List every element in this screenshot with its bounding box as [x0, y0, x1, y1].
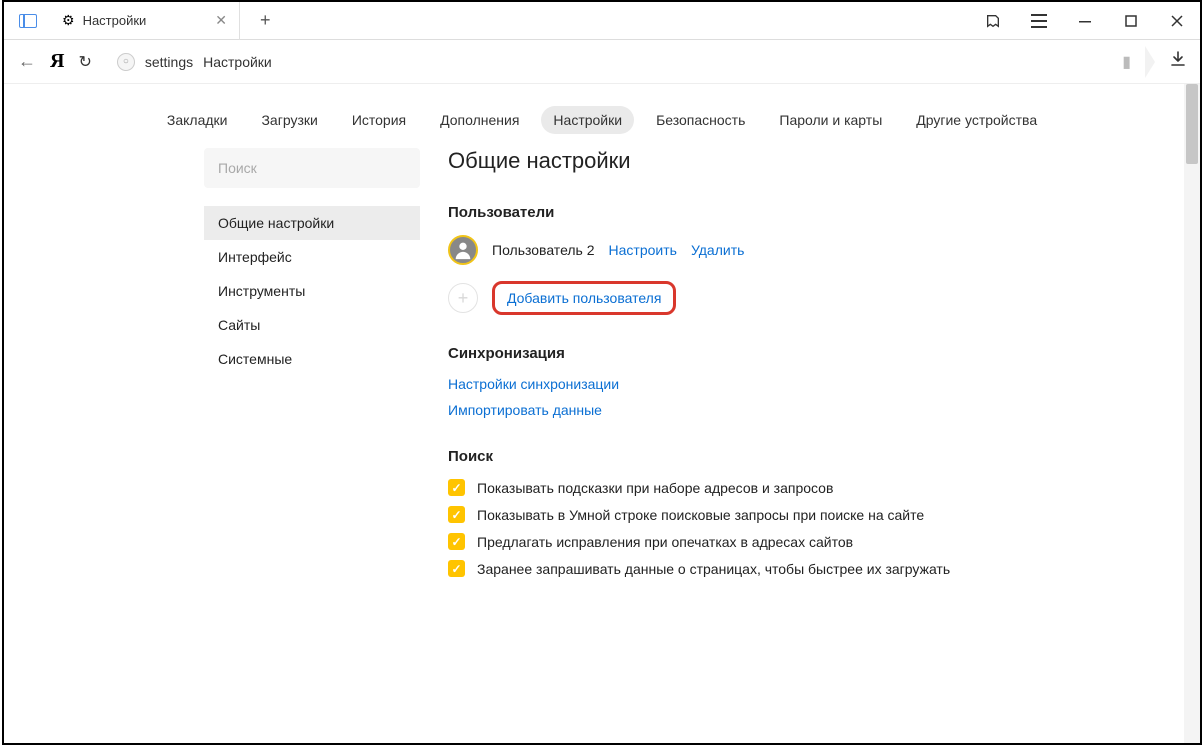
address-bar: ← Я ↻ ○ settings Настройки ▮: [4, 40, 1200, 84]
tab-title: Настройки: [83, 13, 147, 28]
downloads-icon[interactable]: [1170, 51, 1186, 72]
omnibox[interactable]: ○ settings Настройки ▮: [106, 46, 1150, 78]
bookmark-icon[interactable]: ▮: [1122, 52, 1131, 72]
check-smart-search[interactable]: Показывать в Умной строке поисковые запр…: [448, 506, 1140, 523]
check-suggestions[interactable]: Показывать подсказки при наборе адресов …: [448, 479, 1140, 496]
checkbox-icon[interactable]: [448, 506, 465, 523]
new-tab-button[interactable]: +: [248, 10, 283, 31]
sidebar-item-tools[interactable]: Инструменты: [204, 274, 420, 308]
sync-section-heading: Синхронизация: [448, 345, 1140, 362]
check-typo-fix[interactable]: Предлагать исправления при опечатках в а…: [448, 533, 1140, 550]
settings-sidebar: Поиск Общие настройки Интерфейс Инструме…: [204, 148, 420, 587]
configure-user-link[interactable]: Настроить: [609, 242, 677, 258]
user-row: Пользователь 2 Настроить Удалить: [448, 235, 1140, 265]
checkbox-icon[interactable]: [448, 560, 465, 577]
check-prefetch[interactable]: Заранее запрашивать данные о страницах, …: [448, 560, 1140, 577]
sidebar-toggle-button[interactable]: [14, 11, 42, 31]
maximize-button[interactable]: [1108, 2, 1154, 40]
back-button[interactable]: ←: [18, 51, 36, 72]
sidebar-item-general[interactable]: Общие настройки: [204, 206, 420, 240]
sidebar-item-system[interactable]: Системные: [204, 342, 420, 376]
minimize-button[interactable]: [1062, 2, 1108, 40]
menu-icon[interactable]: [1016, 2, 1062, 40]
check-label: Показывать в Умной строке поисковые запр…: [477, 507, 924, 523]
sync-settings-link[interactable]: Настройки синхронизации: [448, 376, 1140, 392]
import-data-link[interactable]: Импортировать данные: [448, 402, 1140, 418]
add-user-link[interactable]: Добавить пользователя: [507, 290, 661, 306]
reload-button[interactable]: ↻: [78, 52, 91, 72]
avatar: [448, 235, 478, 265]
check-label: Показывать подсказки при наборе адресов …: [477, 480, 833, 496]
vertical-scrollbar[interactable]: [1184, 84, 1200, 743]
topnav-passwords[interactable]: Пароли и карты: [767, 106, 894, 134]
window-titlebar: ⚙ Настройки ✕ +: [4, 2, 1200, 40]
bookmarks-bar-icon[interactable]: [970, 2, 1016, 40]
sidebar-item-sites[interactable]: Сайты: [204, 308, 420, 342]
topnav-settings[interactable]: Настройки: [541, 106, 634, 134]
user-name-label: Пользователь 2: [492, 242, 595, 258]
settings-top-nav: Закладки Загрузки История Дополнения Нас…: [4, 84, 1200, 148]
gear-icon: ⚙: [62, 12, 75, 29]
topnav-other-devices[interactable]: Другие устройства: [904, 106, 1049, 134]
add-user-highlight: Добавить пользователя: [492, 281, 676, 315]
yandex-logo[interactable]: Я: [50, 50, 64, 73]
search-section-heading: Поиск: [448, 448, 1140, 465]
scrollbar-thumb[interactable]: [1186, 84, 1198, 164]
add-user-row: + Добавить пользователя: [448, 281, 1140, 315]
topnav-downloads[interactable]: Загрузки: [249, 106, 329, 134]
users-section-heading: Пользователи: [448, 204, 1140, 221]
topnav-security[interactable]: Безопасность: [644, 106, 757, 134]
delete-user-link[interactable]: Удалить: [691, 242, 744, 258]
checkbox-icon[interactable]: [448, 479, 465, 496]
topnav-bookmarks[interactable]: Закладки: [155, 106, 240, 134]
browser-tab[interactable]: ⚙ Настройки ✕: [50, 2, 240, 40]
page-content: Закладки Загрузки История Дополнения Нас…: [4, 84, 1200, 743]
settings-main: Общие настройки Пользователи Пользовател…: [448, 148, 1200, 587]
site-icon: ○: [117, 53, 135, 71]
close-tab-icon[interactable]: ✕: [215, 12, 227, 29]
url-path: settings: [145, 54, 193, 70]
check-label: Заранее запрашивать данные о страницах, …: [477, 561, 950, 577]
plus-icon: +: [448, 283, 478, 313]
close-window-button[interactable]: [1154, 2, 1200, 40]
settings-search-input[interactable]: Поиск: [204, 148, 420, 188]
checkbox-icon[interactable]: [448, 533, 465, 550]
url-title: Настройки: [203, 54, 272, 70]
page-title: Общие настройки: [448, 148, 1140, 174]
sidebar-item-interface[interactable]: Интерфейс: [204, 240, 420, 274]
check-label: Предлагать исправления при опечатках в а…: [477, 534, 853, 550]
topnav-addons[interactable]: Дополнения: [428, 106, 531, 134]
topnav-history[interactable]: История: [340, 106, 418, 134]
